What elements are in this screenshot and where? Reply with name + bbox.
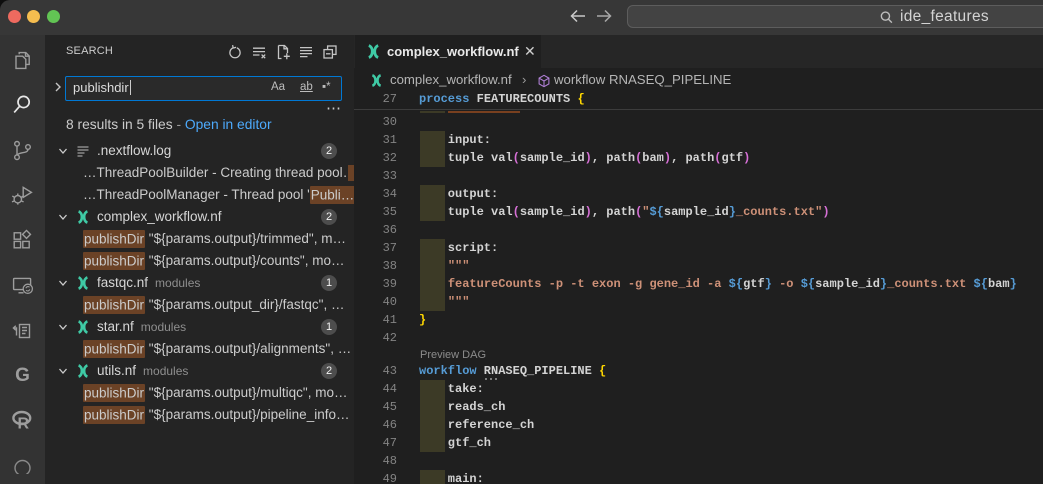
svg-text:R: R [18, 416, 30, 433]
